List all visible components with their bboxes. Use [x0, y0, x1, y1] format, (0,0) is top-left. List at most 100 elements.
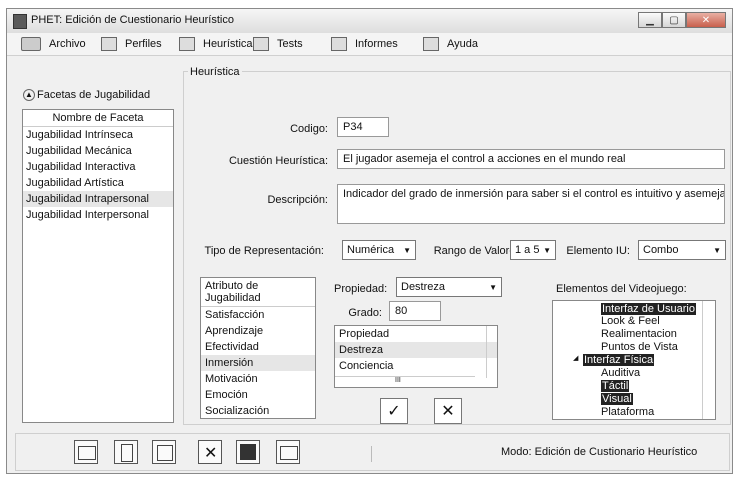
list-item[interactable]: Motivación [201, 371, 315, 387]
propiedad-label: Propiedad: [334, 283, 388, 295]
menu-tests-label: Tests [277, 38, 303, 50]
cancel-button[interactable]: ✕ [434, 398, 462, 424]
delete-button[interactable]: ✕ [198, 440, 222, 464]
list-item[interactable]: Jugabilidad Interpersonal [23, 207, 173, 223]
list-item[interactable]: Emoción [201, 387, 315, 403]
list-item[interactable]: Satisfacción [201, 307, 315, 323]
tipo-label: Tipo de Representación: [204, 245, 324, 257]
expand-triangle-icon[interactable]: ◢ [573, 354, 578, 362]
grado-label: Grado: [348, 307, 382, 319]
rango-select[interactable]: 1 a 5 ▼ [510, 240, 556, 260]
heuristic-group: Heurística Codigo: P34 Cuestión Heurísti… [183, 66, 731, 425]
videogame-tree[interactable]: Interfaz de Usuario Look & Feel Realimen… [552, 300, 716, 420]
list-item[interactable]: Efectividad [201, 339, 315, 355]
codigo-field[interactable]: P34 [337, 117, 389, 137]
list-item-selected[interactable]: Destreza [335, 342, 497, 358]
menu-perfiles-label: Perfiles [125, 38, 162, 50]
propiedad-value: Destreza [401, 281, 446, 293]
grado-field[interactable]: 80 [389, 301, 441, 321]
list-item[interactable]: Jugabilidad Interactiva [23, 159, 173, 175]
attributes-list-header[interactable]: Atributo de Jugabilidad [201, 278, 315, 307]
elemento-label: Elemento IU: [566, 245, 630, 257]
chart-icon [331, 37, 347, 51]
minimize-button[interactable]: ▁ [638, 12, 662, 28]
property-list-header[interactable]: Propiedad [335, 326, 497, 342]
chevron-down-icon: ▼ [403, 245, 411, 255]
tree-item[interactable]: Puntos de Vista [601, 341, 678, 353]
close-button[interactable]: ✕ [686, 12, 726, 28]
elemento-value: Combo [643, 244, 679, 256]
grid-icon [179, 37, 195, 51]
maximize-icon: ▢ [669, 14, 679, 26]
property-vscrollbar[interactable] [486, 326, 497, 378]
tree-item[interactable]: Look & Feel [601, 315, 660, 327]
export-button[interactable] [152, 440, 176, 464]
save-button[interactable] [236, 440, 260, 464]
attributes-list[interactable]: Atributo de Jugabilidad Satisfacción Apr… [200, 277, 316, 419]
new-document-button[interactable] [114, 440, 138, 464]
menu-archivo[interactable]: Archivo [21, 37, 86, 51]
tree-item[interactable]: Plataforma [601, 406, 654, 418]
tree-item[interactable]: Realimentacion [601, 328, 677, 340]
list-item-selected[interactable]: Jugabilidad Intrapersonal [23, 191, 173, 207]
app-icon [13, 14, 27, 29]
property-list[interactable]: Propiedad Destreza Conciencia III [334, 325, 498, 388]
save-disk-icon [240, 444, 256, 460]
descripcion-label: Descripción: [267, 194, 328, 206]
list-item[interactable]: Jugabilidad Artística [23, 175, 173, 191]
tree-item[interactable]: Interfaz Física [583, 354, 655, 366]
close-icon: ✕ [701, 14, 711, 26]
delete-x-icon: ✕ [204, 445, 218, 462]
facets-title: Facetas de Jugabilidad [37, 89, 151, 101]
x-cross-icon: ✕ [441, 403, 455, 420]
heuristic-group-label: Heurística [188, 66, 242, 78]
menu-heuristicas[interactable]: Heurísticas [179, 37, 258, 51]
propiedad-select[interactable]: Destreza ▼ [396, 277, 502, 297]
cuestion-label: Cuestión Heurística: [228, 155, 328, 167]
list-item[interactable]: Jugabilidad Intrínseca [23, 127, 173, 143]
property-hscrollbar[interactable]: III [335, 376, 475, 387]
tipo-value: Numérica [347, 244, 395, 256]
open-folder-button[interactable] [74, 440, 98, 464]
tree-item[interactable]: Interfaz de Usuario [601, 303, 696, 315]
menu-ayuda-label: Ayuda [447, 38, 478, 50]
tree-item[interactable]: Visual [601, 393, 633, 405]
list-item-selected[interactable]: Inmersión [201, 355, 315, 371]
print-button[interactable] [276, 440, 300, 464]
menu-bar: Archivo Perfiles Heurísticas Tests Infor… [7, 33, 732, 56]
maximize-button[interactable]: ▢ [662, 12, 686, 28]
app-window: PHET: Edición de Cuestionario Heurístico… [6, 8, 733, 474]
collapse-icon[interactable]: ▲ [23, 89, 35, 101]
menu-tests[interactable]: Tests [253, 37, 303, 51]
tipo-select[interactable]: Numérica ▼ [342, 240, 416, 260]
folder-icon [21, 37, 41, 51]
videogame-label: Elementos del Videojuego: [556, 283, 687, 295]
tree-item[interactable]: Auditiva [601, 367, 640, 379]
elemento-select[interactable]: Combo ▼ [638, 240, 726, 260]
minimize-icon: ▁ [646, 14, 654, 26]
menu-informes[interactable]: Informes [331, 37, 398, 51]
list-item[interactable]: Conciencia [335, 358, 497, 374]
open-folder-icon [78, 446, 96, 460]
window-title: PHET: Edición de Cuestionario Heurístico [31, 14, 234, 26]
chevron-down-icon: ▼ [489, 282, 497, 292]
export-icon [157, 445, 173, 461]
tree-vscrollbar[interactable] [702, 301, 715, 419]
bottom-toolbar: ✕ Modo: Edición de Custionario Heurístic… [15, 433, 730, 471]
cuestion-field[interactable]: El jugador asemeja el control a acciones… [337, 149, 725, 169]
facets-list[interactable]: Nombre de Faceta Jugabilidad Intrínseca … [22, 109, 174, 423]
descripcion-field[interactable]: Indicador del grado de inmersión para sa… [337, 184, 725, 224]
checkmark-icon: ✓ [387, 403, 401, 420]
menu-perfiles[interactable]: Perfiles [101, 37, 162, 51]
list-item[interactable]: Socialización [201, 403, 315, 419]
facets-list-header[interactable]: Nombre de Faceta [23, 110, 173, 127]
menu-ayuda[interactable]: Ayuda [423, 37, 478, 51]
toolbar-divider [371, 446, 378, 462]
tree-item[interactable]: Táctil [601, 380, 630, 392]
list-item[interactable]: Jugabilidad Mecánica [23, 143, 173, 159]
chevron-down-icon: ▼ [543, 245, 551, 255]
menu-informes-label: Informes [355, 38, 398, 50]
accept-button[interactable]: ✓ [380, 398, 408, 424]
list-item[interactable]: Aprendizaje [201, 323, 315, 339]
table-icon [253, 37, 269, 51]
